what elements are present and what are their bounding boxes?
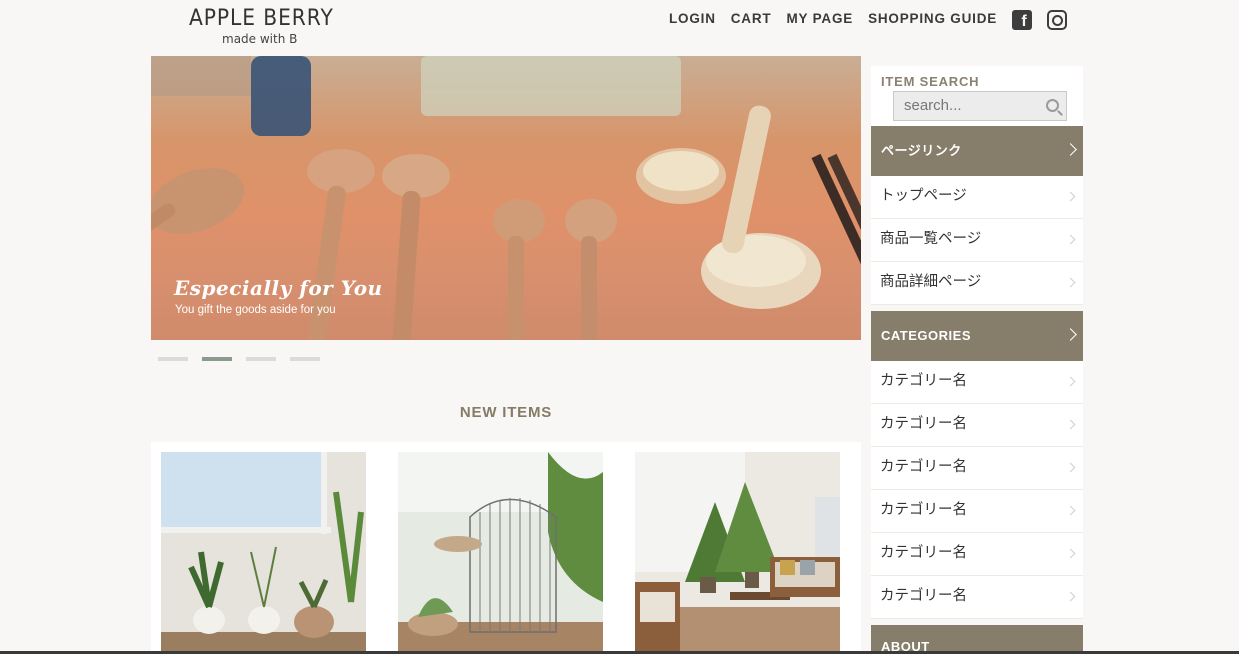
chevron-right-icon [1065, 548, 1076, 559]
facebook-icon[interactable]: f [1012, 10, 1033, 30]
slide-dot-4[interactable] [290, 357, 320, 361]
chevron-right-icon [1065, 505, 1076, 516]
chevron-right-icon [1065, 376, 1076, 387]
chevron-right-icon [1065, 234, 1076, 245]
top-navigation: LOGIN CART MY PAGE SHOPPING GUIDE f [669, 6, 1068, 30]
category-label: カテゴリー名 [880, 416, 967, 432]
hero-title: Especially for You [174, 276, 383, 300]
nav-my-page[interactable]: MY PAGE [786, 11, 853, 26]
product-card[interactable] [161, 452, 366, 654]
sidebar-item-label: 商品詳細ページ [880, 274, 982, 290]
nav-shopping-guide[interactable]: SHOPPING GUIDE [868, 11, 997, 26]
item-search-label: ITEM SEARCH [881, 74, 980, 89]
sidebar-item-product-detail[interactable]: 商品詳細ページ [871, 262, 1083, 305]
nav-cart[interactable]: CART [731, 11, 772, 26]
new-items-title: NEW ITEMS [459, 404, 553, 421]
category-label: カテゴリー名 [880, 459, 967, 475]
category-item[interactable]: カテゴリー名 [871, 490, 1083, 533]
category-item[interactable]: カテゴリー名 [871, 361, 1083, 404]
logo-subtitle: made with B [222, 32, 298, 46]
slide-dot-2[interactable] [202, 357, 232, 361]
instagram-icon[interactable] [1047, 10, 1068, 30]
search-placeholder: search... [904, 97, 962, 114]
category-item[interactable]: カテゴリー名 [871, 576, 1083, 619]
slider-pagination [158, 357, 320, 361]
item-search: ITEM SEARCH search... [871, 66, 1083, 126]
chevron-right-icon [1065, 277, 1076, 288]
category-label: カテゴリー名 [880, 373, 967, 389]
slide-dot-3[interactable] [246, 357, 276, 361]
chevron-right-icon [1065, 419, 1076, 430]
hero-subtitle: You gift the goods aside for you [175, 304, 336, 316]
category-label: カテゴリー名 [880, 588, 967, 604]
new-items-grid [151, 442, 861, 654]
sidebar-item-label: トップページ [880, 188, 967, 204]
logo-title: APPLE BERRY [189, 6, 334, 31]
categories-title: CATEGORIES [881, 328, 971, 343]
category-label: カテゴリー名 [880, 545, 967, 561]
category-item[interactable]: カテゴリー名 [871, 533, 1083, 576]
chevron-right-icon [1064, 328, 1077, 341]
nav-login[interactable]: LOGIN [669, 11, 716, 26]
product-image [161, 452, 366, 654]
page-links-header[interactable]: ページリンク [871, 126, 1083, 176]
hero-slider[interactable]: Especially for You You gift the goods as… [151, 56, 861, 340]
search-input[interactable]: search... [893, 91, 1067, 121]
search-icon[interactable] [1046, 99, 1059, 112]
site-logo[interactable]: APPLE BERRY made with B [189, 6, 339, 46]
chevron-right-icon [1065, 191, 1076, 202]
page-links-title: ページリンク [881, 143, 962, 158]
about-header[interactable]: ABOUT [871, 625, 1083, 654]
sidebar-item-label: 商品一覧ページ [880, 231, 982, 247]
category-item[interactable]: カテゴリー名 [871, 404, 1083, 447]
chevron-right-icon [1065, 462, 1076, 473]
product-image [635, 452, 840, 654]
product-image [398, 452, 603, 654]
chevron-right-icon [1065, 591, 1076, 602]
sidebar-item-product-list[interactable]: 商品一覧ページ [871, 219, 1083, 262]
product-card[interactable] [398, 452, 603, 654]
slide-dot-1[interactable] [158, 357, 188, 361]
chevron-right-icon [1064, 143, 1077, 156]
category-label: カテゴリー名 [880, 502, 967, 518]
sidebar: ITEM SEARCH search... ページリンク トップページ 商品一覧… [871, 66, 1083, 654]
categories-header[interactable]: CATEGORIES [871, 311, 1083, 361]
sidebar-item-top-page[interactable]: トップページ [871, 176, 1083, 219]
category-item[interactable]: カテゴリー名 [871, 447, 1083, 490]
product-card[interactable] [635, 452, 840, 654]
